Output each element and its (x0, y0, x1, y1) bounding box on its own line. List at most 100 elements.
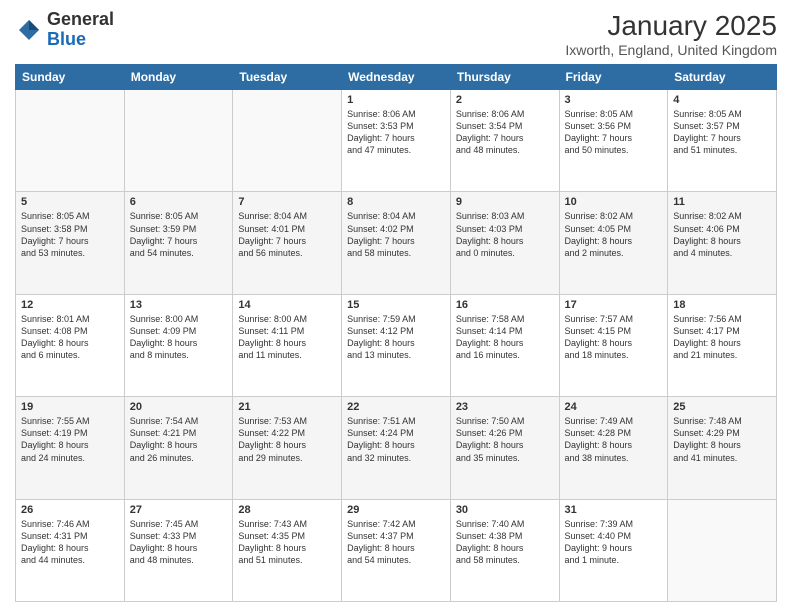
day-info: Sunrise: 7:59 AM Sunset: 4:12 PM Dayligh… (347, 313, 445, 362)
calendar-cell: 6 Sunrise: 8:05 AM Sunset: 3:59 PM Daylig… (124, 192, 233, 294)
day-number: 19 (21, 401, 119, 413)
day-number: 23 (456, 401, 554, 413)
day-info: Sunrise: 8:05 AM Sunset: 3:58 PM Dayligh… (21, 210, 119, 259)
day-info: Sunrise: 8:05 AM Sunset: 3:59 PM Dayligh… (130, 210, 228, 259)
day-number: 10 (565, 196, 663, 208)
calendar-title: January 2025 (565, 10, 777, 42)
day-number: 5 (21, 196, 119, 208)
logo-blue: Blue (47, 29, 86, 49)
calendar-cell: 15 Sunrise: 7:59 AM Sunset: 4:12 PM Dayli… (342, 294, 451, 396)
week-row-4: 26 Sunrise: 7:46 AM Sunset: 4:31 PM Dayli… (16, 499, 777, 601)
day-info: Sunrise: 8:01 AM Sunset: 4:08 PM Dayligh… (21, 313, 119, 362)
day-info: Sunrise: 7:57 AM Sunset: 4:15 PM Dayligh… (565, 313, 663, 362)
title-block: January 2025 Ixworth, England, United Ki… (565, 10, 777, 58)
day-info: Sunrise: 7:58 AM Sunset: 4:14 PM Dayligh… (456, 313, 554, 362)
day-info: Sunrise: 8:03 AM Sunset: 4:03 PM Dayligh… (456, 210, 554, 259)
day-number: 22 (347, 401, 445, 413)
day-info: Sunrise: 7:54 AM Sunset: 4:21 PM Dayligh… (130, 415, 228, 464)
day-number: 3 (565, 94, 663, 106)
day-number: 27 (130, 504, 228, 516)
day-info: Sunrise: 8:02 AM Sunset: 4:06 PM Dayligh… (673, 210, 771, 259)
weekday-thursday: Thursday (450, 65, 559, 90)
calendar-cell: 20 Sunrise: 7:54 AM Sunset: 4:21 PM Dayli… (124, 397, 233, 499)
day-number: 7 (238, 196, 336, 208)
weekday-friday: Friday (559, 65, 668, 90)
logo: General Blue (15, 10, 114, 50)
calendar-cell: 26 Sunrise: 7:46 AM Sunset: 4:31 PM Dayli… (16, 499, 125, 601)
day-info: Sunrise: 8:05 AM Sunset: 3:57 PM Dayligh… (673, 108, 771, 157)
day-info: Sunrise: 7:39 AM Sunset: 4:40 PM Dayligh… (565, 518, 663, 567)
calendar-cell: 14Sunrise: 8:00 AM Sunset: 4:11 PM Dayli… (233, 294, 342, 396)
day-number: 6 (130, 196, 228, 208)
day-info: Sunrise: 8:04 AM Sunset: 4:01 PM Dayligh… (238, 210, 336, 259)
day-info: Sunrise: 8:00 AM Sunset: 4:09 PM Dayligh… (130, 313, 228, 362)
day-number: 12 (21, 299, 119, 311)
logo-general: General (47, 9, 114, 29)
day-number: 30 (456, 504, 554, 516)
day-number: 25 (673, 401, 771, 413)
calendar-cell: 9 Sunrise: 8:03 AM Sunset: 4:03 PM Daylig… (450, 192, 559, 294)
day-number: 11 (673, 196, 771, 208)
day-number: 13 (130, 299, 228, 311)
weekday-saturday: Saturday (668, 65, 777, 90)
day-info: Sunrise: 7:43 AM Sunset: 4:35 PM Dayligh… (238, 518, 336, 567)
calendar-cell: 19 Sunrise: 7:55 AM Sunset: 4:19 PM Dayli… (16, 397, 125, 499)
day-info: Sunrise: 7:46 AM Sunset: 4:31 PM Dayligh… (21, 518, 119, 567)
day-number: 15 (347, 299, 445, 311)
day-info: Sunrise: 8:04 AM Sunset: 4:02 PM Dayligh… (347, 210, 445, 259)
day-info: Sunrise: 7:48 AM Sunset: 4:29 PM Dayligh… (673, 415, 771, 464)
calendar-cell: 28 Sunrise: 7:43 AM Sunset: 4:35 PM Dayli… (233, 499, 342, 601)
calendar-cell: 11 Sunrise: 8:02 AM Sunset: 4:06 PM Dayli… (668, 192, 777, 294)
calendar-cell (124, 90, 233, 192)
day-number: 29 (347, 504, 445, 516)
calendar-cell: 23 Sunrise: 7:50 AM Sunset: 4:26 PM Dayli… (450, 397, 559, 499)
calendar-cell: 12 Sunrise: 8:01 AM Sunset: 4:08 PM Dayli… (16, 294, 125, 396)
calendar-table: SundayMondayTuesdayWednesdayThursdayFrid… (15, 64, 777, 602)
day-number: 16 (456, 299, 554, 311)
calendar-cell (233, 90, 342, 192)
day-number: 8 (347, 196, 445, 208)
day-number: 26 (21, 504, 119, 516)
day-number: 31 (565, 504, 663, 516)
day-info: Sunrise: 7:50 AM Sunset: 4:26 PM Dayligh… (456, 415, 554, 464)
weekday-sunday: Sunday (16, 65, 125, 90)
day-number: 18 (673, 299, 771, 311)
day-number: 17 (565, 299, 663, 311)
day-number: 21 (238, 401, 336, 413)
day-info: Sunrise: 8:06 AM Sunset: 3:54 PM Dayligh… (456, 108, 554, 157)
calendar-cell: 10Sunrise: 8:02 AM Sunset: 4:05 PM Dayli… (559, 192, 668, 294)
calendar-cell: 2Sunrise: 8:06 AM Sunset: 3:54 PM Daylig… (450, 90, 559, 192)
calendar-cell: 27 Sunrise: 7:45 AM Sunset: 4:33 PM Dayli… (124, 499, 233, 601)
day-info: Sunrise: 8:06 AM Sunset: 3:53 PM Dayligh… (347, 108, 445, 157)
week-row-1: 5 Sunrise: 8:05 AM Sunset: 3:58 PM Daylig… (16, 192, 777, 294)
day-info: Sunrise: 7:51 AM Sunset: 4:24 PM Dayligh… (347, 415, 445, 464)
calendar-cell: 13 Sunrise: 8:00 AM Sunset: 4:09 PM Dayli… (124, 294, 233, 396)
weekday-wednesday: Wednesday (342, 65, 451, 90)
weekday-tuesday: Tuesday (233, 65, 342, 90)
calendar-cell: 7 Sunrise: 8:04 AM Sunset: 4:01 PM Daylig… (233, 192, 342, 294)
calendar-cell: 17 Sunrise: 7:57 AM Sunset: 4:15 PM Dayli… (559, 294, 668, 396)
day-number: 1 (347, 94, 445, 106)
calendar-cell: 31 Sunrise: 7:39 AM Sunset: 4:40 PM Dayli… (559, 499, 668, 601)
calendar-cell: 1 Sunrise: 8:06 AM Sunset: 3:53 PM Daylig… (342, 90, 451, 192)
day-info: Sunrise: 7:55 AM Sunset: 4:19 PM Dayligh… (21, 415, 119, 464)
day-info: Sunrise: 7:40 AM Sunset: 4:38 PM Dayligh… (456, 518, 554, 567)
day-number: 28 (238, 504, 336, 516)
logo-text: General Blue (47, 10, 114, 50)
day-number: 20 (130, 401, 228, 413)
calendar-cell: 24Sunrise: 7:49 AM Sunset: 4:28 PM Dayli… (559, 397, 668, 499)
day-number: 9 (456, 196, 554, 208)
calendar-cell: 18 Sunrise: 7:56 AM Sunset: 4:17 PM Dayli… (668, 294, 777, 396)
weekday-monday: Monday (124, 65, 233, 90)
week-row-2: 12 Sunrise: 8:01 AM Sunset: 4:08 PM Dayli… (16, 294, 777, 396)
day-info: Sunrise: 7:45 AM Sunset: 4:33 PM Dayligh… (130, 518, 228, 567)
calendar-cell: 5 Sunrise: 8:05 AM Sunset: 3:58 PM Daylig… (16, 192, 125, 294)
day-number: 14 (238, 299, 336, 311)
weekday-header-row: SundayMondayTuesdayWednesdayThursdayFrid… (16, 65, 777, 90)
day-info: Sunrise: 7:53 AM Sunset: 4:22 PM Dayligh… (238, 415, 336, 464)
day-info: Sunrise: 7:56 AM Sunset: 4:17 PM Dayligh… (673, 313, 771, 362)
logo-icon (15, 16, 43, 44)
calendar-cell: 29Sunrise: 7:42 AM Sunset: 4:37 PM Dayli… (342, 499, 451, 601)
calendar-cell: 25 Sunrise: 7:48 AM Sunset: 4:29 PM Dayli… (668, 397, 777, 499)
calendar-cell: 3Sunrise: 8:05 AM Sunset: 3:56 PM Daylig… (559, 90, 668, 192)
